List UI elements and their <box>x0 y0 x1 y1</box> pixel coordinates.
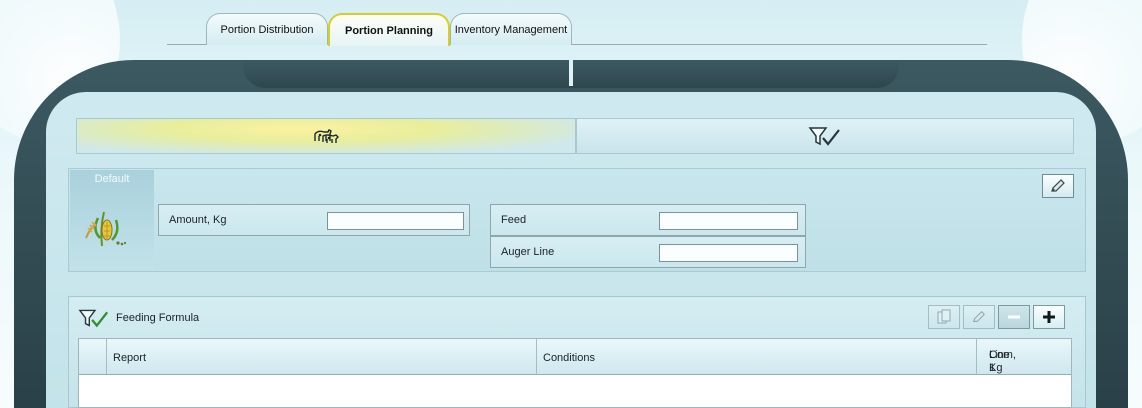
tab-label: Portion Distribution <box>220 23 314 36</box>
add-formula-button[interactable] <box>1033 305 1065 329</box>
column-header-conditions[interactable]: Conditions <box>537 339 977 375</box>
tab-inventory-management[interactable]: Inventory Management <box>450 13 572 45</box>
remove-formula-button[interactable] <box>998 305 1030 329</box>
pencil-icon <box>1051 179 1065 192</box>
grain-feed-icon <box>85 211 127 247</box>
default-title: Default <box>94 173 130 185</box>
table-header: Report Conditions Line 1 Corn, Kg <box>79 339 1071 375</box>
tab-portion-distribution[interactable]: Portion Distribution <box>206 13 328 45</box>
column-header-label-bottom: Corn, Kg <box>989 349 1016 374</box>
subtab-cows[interactable] <box>76 118 576 154</box>
tab-label: Portion Planning <box>345 24 433 37</box>
column-header-report[interactable]: Report <box>107 339 537 375</box>
feeding-formula-table: Report Conditions Line 1 Corn, Kg <box>78 338 1072 408</box>
plus-icon <box>1043 311 1055 323</box>
amount-field-group: Amount, Kg <box>158 204 470 236</box>
feeding-formula-icon <box>808 127 840 146</box>
auger-line-field-group: Auger Line <box>490 236 806 268</box>
minus-icon <box>1008 315 1020 319</box>
amount-label: Amount, Kg <box>169 214 227 226</box>
frame-divider <box>569 60 573 86</box>
feeding-formula-title: Feeding Formula <box>116 312 200 324</box>
feed-label: Feed <box>501 214 527 226</box>
feeding-formula-icon <box>78 309 109 328</box>
copy-icon <box>937 309 951 324</box>
copy-button[interactable] <box>928 305 960 329</box>
tab-label: Inventory Management <box>454 23 568 36</box>
column-header-label: Report <box>113 352 147 364</box>
tab-portion-planning[interactable]: Portion Planning <box>328 13 450 46</box>
column-header-select[interactable] <box>79 339 107 375</box>
subtab-bar <box>76 118 1074 154</box>
auger-line-label: Auger Line <box>501 246 555 258</box>
column-header-line1[interactable]: Line 1 Corn, Kg <box>977 339 1071 375</box>
edit-default-button[interactable] <box>1042 174 1074 198</box>
feed-input[interactable] <box>659 212 798 230</box>
auger-line-input[interactable] <box>659 244 798 262</box>
edit-formula-button[interactable] <box>963 305 995 329</box>
feeding-formula-toolbar <box>928 305 1065 331</box>
feeding-formula-header: Feeding Formula <box>78 305 199 331</box>
default-tile[interactable]: Default <box>70 170 154 270</box>
feed-field-group: Feed <box>490 204 806 236</box>
subtab-feeding-formula[interactable] <box>576 118 1074 154</box>
pencil-icon <box>972 310 986 322</box>
column-header-label: Conditions <box>543 352 595 364</box>
amount-input[interactable] <box>327 212 464 230</box>
cows-icon <box>314 129 339 143</box>
